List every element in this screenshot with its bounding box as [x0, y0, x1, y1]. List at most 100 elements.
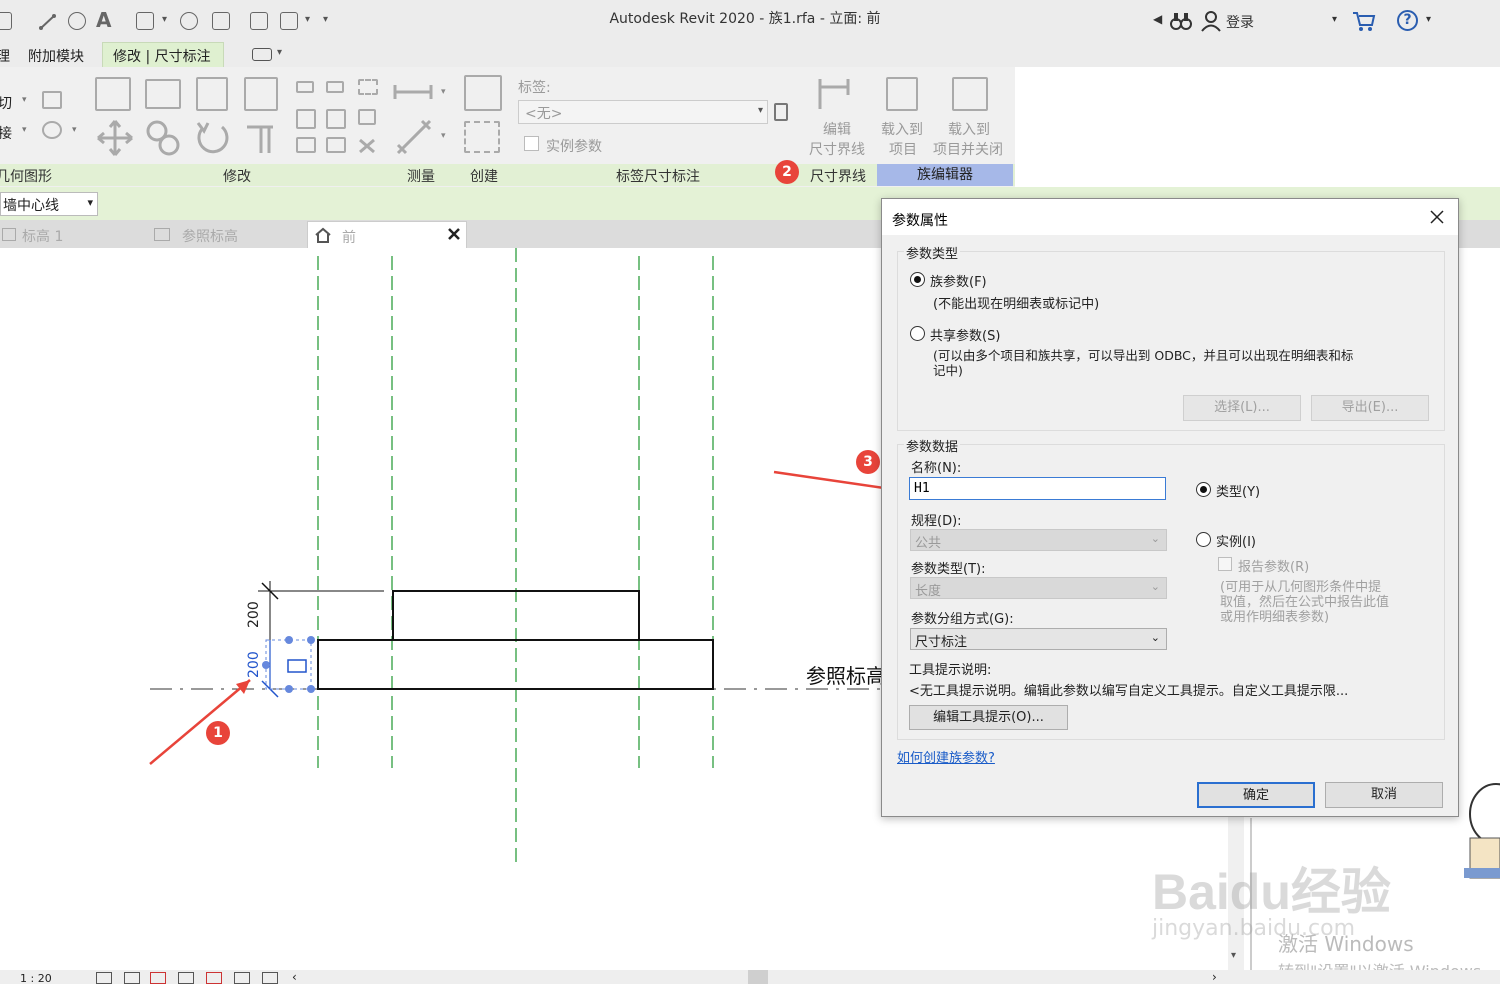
join-label[interactable]: 接 [0, 123, 12, 143]
delete-icon[interactable] [357, 137, 377, 155]
mirror-draw-icon[interactable] [244, 77, 278, 111]
chevron-down-icon[interactable]: ▾ [22, 95, 27, 105]
copy-icon[interactable] [145, 119, 183, 157]
close-icon[interactable] [447, 227, 461, 241]
chevron-down-icon[interactable]: ▾ [441, 87, 446, 97]
instance-radio[interactable] [1196, 532, 1211, 547]
tab-modify-dimensions[interactable]: 修改 | 尺寸标注 [102, 42, 224, 68]
shadows-icon[interactable] [178, 972, 194, 984]
load-project-label-1[interactable]: 载入到 [881, 119, 923, 139]
sun-path-icon[interactable] [150, 972, 166, 984]
crop-visible-icon[interactable] [262, 972, 278, 984]
export-button[interactable]: 导出(E)... [1311, 395, 1429, 421]
rotate-icon[interactable] [194, 119, 232, 157]
measure-between-icon[interactable] [393, 81, 433, 103]
load-into-project-icon[interactable] [886, 77, 918, 111]
chevron-down-icon[interactable]: ▾ [277, 47, 282, 58]
load-close-label-2[interactable]: 项目并关闭 [933, 139, 1003, 159]
tab-addins[interactable]: 附加模块 [28, 46, 84, 66]
create-similar-icon[interactable] [464, 121, 500, 153]
mascot-icon [1464, 783, 1500, 879]
visual-style-icon[interactable] [124, 972, 140, 984]
scale-label[interactable]: 1 : 20 [20, 972, 52, 984]
load-close-label-1[interactable]: 载入到 [948, 119, 990, 139]
trim-extend-icon[interactable] [296, 137, 316, 153]
scroll-right-icon[interactable]: › [1212, 970, 1217, 984]
horizontal-scroll-thumb[interactable] [748, 970, 768, 984]
family-param-label[interactable]: 族参数(F) [930, 271, 987, 290]
edit-witness-lines-icon[interactable] [816, 75, 856, 113]
binoculars-icon[interactable] [1170, 10, 1192, 32]
load-and-close-icon[interactable] [952, 77, 988, 111]
ok-button[interactable]: 确定 [1197, 782, 1315, 808]
type-radio-label[interactable]: 类型(Y) [1216, 481, 1260, 500]
render-icon[interactable] [206, 972, 222, 984]
name-input[interactable] [909, 477, 1166, 500]
move-icon[interactable] [96, 119, 134, 157]
dimension-value-upper[interactable]: 200 [246, 601, 262, 628]
cut-label[interactable]: 切 [0, 93, 12, 113]
group-by-select[interactable]: 尺寸标注 ⌄ [910, 628, 1167, 650]
chevron-down-icon[interactable]: ▾ [1426, 14, 1431, 25]
shared-param-radio[interactable] [910, 326, 925, 341]
pin-icon[interactable] [358, 109, 376, 125]
scroll-left-icon[interactable]: ‹ [292, 970, 297, 984]
view-tab-ref-level[interactable]: 参照标高 [182, 226, 238, 246]
caret-left-icon[interactable]: ◀ [1153, 12, 1162, 26]
edit-witness-label-2[interactable]: 尺寸界线 [809, 139, 865, 159]
split-icon[interactable] [296, 81, 314, 93]
edit-tooltip-button[interactable]: 编辑工具提示(O)... [909, 705, 1068, 730]
user-icon[interactable] [1200, 10, 1222, 32]
aligned-dimension-icon[interactable] [394, 117, 434, 157]
login-link[interactable]: 登录 [1226, 12, 1254, 32]
align-icon[interactable] [95, 77, 131, 111]
panel-toggle-icon[interactable] [252, 48, 272, 61]
tab-partial[interactable]: 理 [0, 46, 10, 66]
cart-icon[interactable] [1352, 10, 1376, 32]
mirror-axis-icon[interactable] [196, 77, 228, 111]
load-project-label-2[interactable]: 项目 [889, 139, 917, 159]
annotation-badge-1: 1 [206, 721, 230, 745]
label-combo[interactable]: <无> ▾ [518, 100, 768, 124]
lock-icon [287, 659, 307, 673]
geometry-icon[interactable] [42, 91, 62, 109]
family-param-radio[interactable] [910, 272, 925, 287]
chevron-down-icon[interactable]: ▾ [441, 131, 446, 141]
trim-multiple-icon[interactable] [326, 137, 346, 153]
discipline-value: 公共 [915, 536, 942, 551]
detail-level-icon[interactable] [96, 972, 112, 984]
instance-param-checkbox[interactable] [524, 136, 539, 151]
edit-witness-label-1[interactable]: 编辑 [823, 119, 851, 139]
dimension-reference-combo[interactable]: 墙中心线 ▾ [0, 192, 98, 216]
view-tab-level1[interactable]: 标高 1 [22, 226, 63, 246]
report-param-label[interactable]: 报告参数(R) [1238, 556, 1309, 575]
close-icon[interactable] [1430, 210, 1444, 224]
help-icon[interactable]: ? [1397, 10, 1418, 31]
crop-icon[interactable] [234, 972, 250, 984]
instance-radio-label[interactable]: 实例(I) [1216, 531, 1256, 550]
create-parameter-icon[interactable] [774, 103, 788, 121]
trim-icon[interactable] [243, 119, 281, 157]
param-type-select[interactable]: 长度 ⌄ [910, 577, 1167, 599]
select-button[interactable]: 选择(L)... [1183, 395, 1301, 421]
split-gap-icon[interactable] [326, 81, 344, 93]
offset-icon[interactable] [145, 79, 181, 109]
dimension-value-lower[interactable]: 200 [246, 651, 262, 678]
geometry-icon[interactable] [42, 121, 62, 139]
cancel-button[interactable]: 取消 [1325, 782, 1443, 808]
scale-icon[interactable] [326, 109, 346, 129]
discipline-select[interactable]: 公共 ⌄ [910, 529, 1167, 551]
view-tab-front[interactable]: 前 [307, 221, 467, 248]
report-param-checkbox[interactable] [1218, 557, 1232, 571]
type-radio[interactable] [1196, 482, 1211, 497]
chevron-down-icon[interactable]: ▾ [22, 125, 27, 135]
chevron-down-icon[interactable]: ▾ [1231, 950, 1236, 961]
home-icon [315, 227, 331, 243]
unpin-icon[interactable] [358, 79, 378, 95]
create-group-icon[interactable] [464, 75, 502, 111]
array-icon[interactable] [296, 109, 316, 129]
chevron-down-icon[interactable]: ▾ [72, 125, 77, 135]
chevron-down-icon[interactable]: ▾ [1332, 14, 1337, 25]
shared-param-label[interactable]: 共享参数(S) [930, 325, 1000, 344]
help-link[interactable]: 如何创建族参数? [897, 747, 995, 766]
